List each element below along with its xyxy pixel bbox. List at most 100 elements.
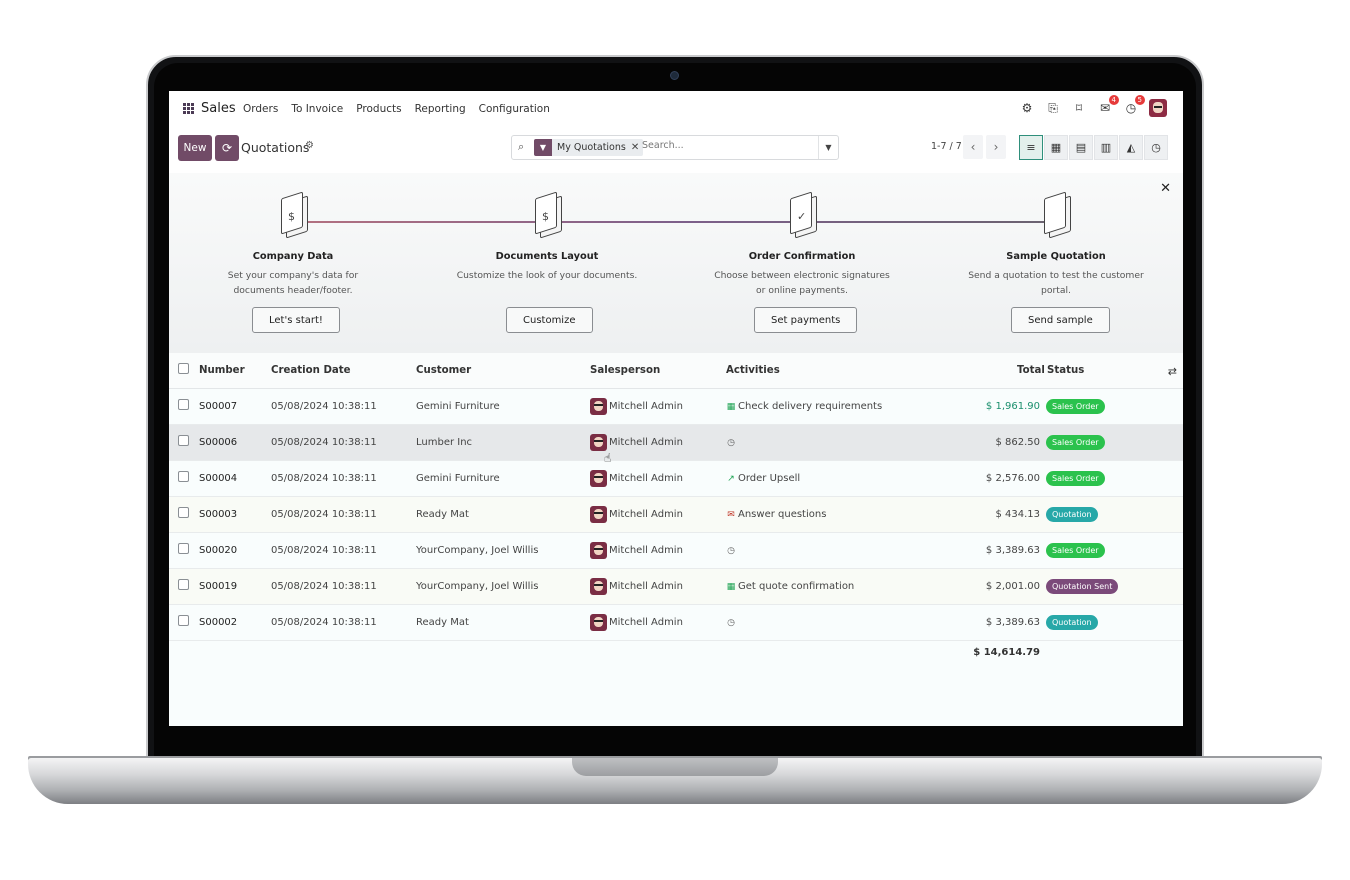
creation-date: 05/08/2024 10:38:11	[271, 473, 377, 484]
send-sample-button[interactable]: Send sample	[1011, 307, 1110, 333]
search-facet: ▼ My Quotations ✕	[534, 139, 644, 156]
lets-start-button[interactable]: Let's start!	[252, 307, 340, 333]
status-badge: Sales Order	[1046, 543, 1105, 558]
row-checkbox[interactable]	[178, 507, 189, 518]
messages-counter: 4	[1108, 95, 1119, 105]
column-salesperson[interactable]: Salesperson	[590, 365, 660, 376]
pager-value[interactable]: 1-7 / 7	[931, 141, 962, 152]
table-row[interactable]: S00020 05/08/2024 10:38:11 YourCompany, …	[169, 533, 1183, 569]
settings-gear-icon[interactable]: ⚙	[1019, 100, 1035, 116]
customize-button[interactable]: Customize	[506, 307, 593, 333]
close-icon[interactable]: ✕	[1160, 181, 1171, 196]
clock-icon: ◷	[727, 546, 735, 556]
set-payments-button[interactable]: Set payments	[754, 307, 858, 333]
step-description: Set your company's data for documents he…	[227, 270, 359, 296]
menu-to-invoice[interactable]: To Invoice	[291, 103, 343, 115]
caret-down-icon: ▼	[825, 143, 832, 152]
pivot-table-icon: ▥	[1100, 141, 1112, 154]
activity[interactable]: ◷	[726, 545, 738, 556]
pager-previous-button[interactable]: ‹	[963, 135, 983, 159]
onboarding-step-order-confirmation: ✓ Order Confirmation Choose between elec…	[697, 191, 907, 298]
top-navbar: Sales Orders To Invoice Products Reporti…	[169, 91, 1183, 127]
status-badge: Quotation Sent	[1046, 579, 1119, 594]
calendar-icon: ▤	[1075, 141, 1087, 154]
column-total[interactable]: Total	[1017, 365, 1045, 376]
customer: Ready Mat	[416, 617, 469, 628]
row-checkbox[interactable]	[178, 399, 189, 410]
step-title: Sample Quotation	[1006, 251, 1106, 262]
column-creation-date[interactable]: Creation Date	[271, 365, 351, 376]
graph-view-button[interactable]: ◭	[1119, 135, 1143, 160]
table-row[interactable]: S00007 05/08/2024 10:38:11 Gemini Furnit…	[169, 389, 1183, 425]
apps-grid-icon[interactable]	[183, 103, 194, 114]
table-row[interactable]: S00019 05/08/2024 10:38:11 YourCompany, …	[169, 569, 1183, 605]
table-row[interactable]: S00004 05/08/2024 10:38:11 Gemini Furnit…	[169, 461, 1183, 497]
column-customer[interactable]: Customer	[416, 365, 471, 376]
search-input[interactable]	[642, 140, 812, 151]
search-options-toggle[interactable]: ▼	[818, 136, 838, 159]
pivot-view-button[interactable]: ▥	[1094, 135, 1118, 160]
customer: Lumber Inc	[416, 437, 473, 448]
menu-configuration[interactable]: Configuration	[479, 103, 550, 115]
row-checkbox[interactable]	[178, 543, 189, 554]
app-name[interactable]: Sales	[201, 101, 236, 116]
user-avatar[interactable]	[1149, 99, 1167, 117]
activity[interactable]: ✉ Answer questions	[726, 509, 826, 520]
order-number: S00003	[199, 509, 238, 520]
activity[interactable]: ◷	[726, 437, 738, 448]
activities-counter: 5	[1134, 95, 1145, 105]
optional-columns-toggle-icon[interactable]: ⇄	[1168, 365, 1177, 378]
menu-orders[interactable]: Orders	[243, 103, 278, 115]
salesperson-avatar	[590, 398, 607, 415]
kanban-view-button[interactable]: ▦	[1044, 135, 1068, 160]
laptop-notch	[572, 758, 778, 776]
bookmark-icon[interactable]: ⌑	[1071, 100, 1087, 116]
total: $ 862.50	[995, 437, 1040, 448]
table-row[interactable]: S00002 05/08/2024 10:38:11 Ready Mat Mit…	[169, 605, 1183, 641]
app-screen: Sales Orders To Invoice Products Reporti…	[169, 91, 1183, 726]
menu-reporting[interactable]: Reporting	[415, 103, 466, 115]
activity[interactable]: ↗ Order Upsell	[726, 473, 800, 484]
refresh-button[interactable]: ⟳	[215, 135, 239, 161]
activity[interactable]: ▦ Check delivery requirements	[726, 401, 882, 412]
table-row[interactable]: S00003 05/08/2024 10:38:11 Ready Mat Mit…	[169, 497, 1183, 533]
customer: Gemini Furniture	[416, 401, 500, 412]
list-view-button[interactable]: ≡	[1019, 135, 1043, 160]
activity[interactable]: ◷	[726, 617, 738, 628]
activity[interactable]: ▦ Get quote confirmation	[726, 581, 855, 592]
row-checkbox[interactable]	[178, 579, 189, 590]
column-number[interactable]: Number	[199, 365, 245, 376]
messages-icon[interactable]: ✉ 4	[1097, 95, 1119, 116]
view-switcher: ≡ ▦ ▤ ▥ ◭ ◷	[1019, 135, 1168, 160]
column-activities[interactable]: Activities	[726, 365, 780, 376]
onboarding-step-company-data: $ Company Data Set your company's data f…	[188, 191, 398, 298]
menu-products[interactable]: Products	[356, 103, 401, 115]
activities-clock-icon[interactable]: ◷ 5	[1123, 95, 1145, 116]
kanban-icon: ▦	[1050, 141, 1062, 154]
clock-icon: ◷	[1151, 141, 1161, 154]
actions-gear-icon[interactable]: ⚙	[305, 140, 314, 151]
chart-icon: ↗	[727, 474, 735, 484]
step-description: Choose between electronic signatures or …	[714, 270, 890, 296]
pager-next-button[interactable]: ›	[986, 135, 1006, 159]
select-all-checkbox[interactable]	[178, 363, 189, 374]
step-title: Company Data	[252, 251, 334, 262]
row-checkbox[interactable]	[178, 435, 189, 446]
clock-icon: ◷	[727, 438, 735, 448]
onboarding-step-documents-layout: $ Documents Layout Customize the look of…	[442, 191, 652, 283]
status-badge: Sales Order	[1046, 399, 1105, 414]
calendar-view-button[interactable]: ▤	[1069, 135, 1093, 160]
row-checkbox[interactable]	[178, 615, 189, 626]
search-bar: ⌕ ▼ My Quotations ✕ ▼	[511, 135, 839, 160]
row-checkbox[interactable]	[178, 471, 189, 482]
table-row[interactable]: S00006 05/08/2024 10:38:11 Lumber Inc Mi…	[169, 425, 1183, 461]
search-icon[interactable]: ⌕	[518, 140, 524, 154]
documents-icon[interactable]: ⎘	[1045, 100, 1061, 116]
activity-view-button[interactable]: ◷	[1144, 135, 1168, 160]
customer: YourCompany, Joel Willis	[416, 545, 539, 556]
open-book-icon	[1036, 191, 1076, 243]
table-icon: ▦	[726, 402, 736, 412]
column-status[interactable]: Status	[1047, 365, 1084, 376]
page-title: Quotations	[241, 140, 310, 155]
new-button[interactable]: New	[178, 135, 212, 161]
